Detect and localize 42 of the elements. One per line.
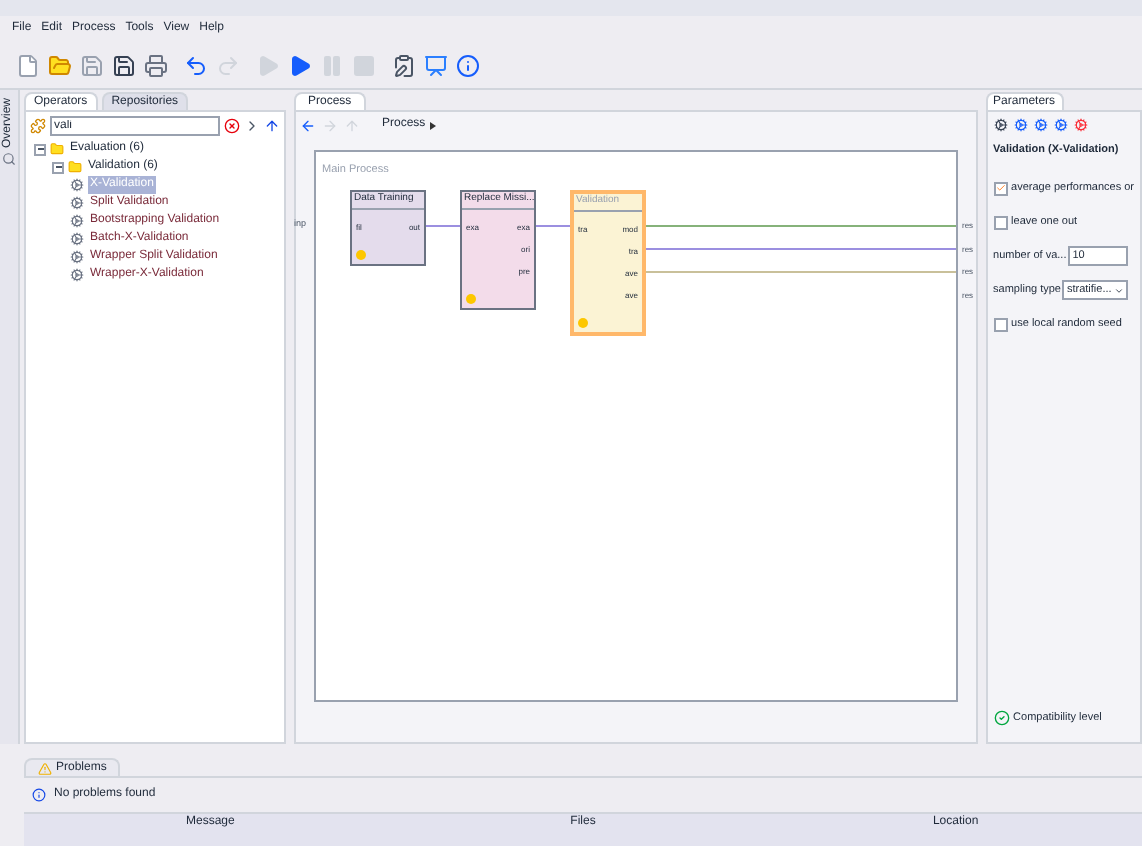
folder-icon[interactable]: [48, 53, 72, 77]
clear-icon[interactable]: [224, 117, 240, 133]
new-file-icon[interactable]: [16, 53, 40, 77]
connection-line: [425, 225, 461, 227]
operator-icon: [70, 196, 84, 210]
run-icon[interactable]: [288, 53, 312, 77]
connection-line: [535, 225, 571, 227]
checkbox[interactable]: [993, 317, 1008, 332]
folder-icon: [68, 160, 82, 174]
status-icon: [356, 250, 366, 260]
operator-icon: [70, 232, 84, 246]
search-icon: [2, 152, 16, 167]
undo-icon[interactable]: [184, 53, 208, 77]
toolbar-icon[interactable]: [1013, 118, 1028, 132]
save-icon[interactable]: [112, 53, 136, 77]
folder-icon: [50, 142, 64, 156]
checkbox[interactable]: [993, 215, 1008, 230]
puzzle-icon[interactable]: [30, 117, 46, 133]
status-icon: [466, 294, 476, 304]
status-icon: [578, 318, 588, 328]
check-circle-icon: [993, 709, 1010, 726]
toolbar-icon[interactable]: [993, 118, 1008, 132]
triangle-icon: [429, 121, 436, 129]
operator-icon: [70, 178, 84, 192]
sort-icon[interactable]: [264, 117, 280, 133]
expander-icon[interactable]: [52, 161, 64, 173]
back-icon[interactable]: [300, 117, 316, 133]
operator-icon: [70, 268, 84, 282]
chevron-icon[interactable]: [244, 117, 260, 133]
expander-icon[interactable]: [34, 143, 46, 155]
info-icon[interactable]: [456, 53, 480, 77]
operator-icon: [70, 250, 84, 264]
printer-icon[interactable]: [144, 53, 168, 77]
toolbar-icon[interactable]: [1053, 118, 1068, 132]
operator-icon: [70, 214, 84, 228]
checkbox[interactable]: [993, 181, 1008, 196]
toolbar-icon[interactable]: [1033, 118, 1048, 132]
clipboard-icon[interactable]: [392, 53, 416, 77]
presentation-icon[interactable]: [424, 53, 448, 77]
info-icon: [32, 788, 46, 802]
chevron-down-icon: [1113, 285, 1124, 296]
warning-icon: [38, 761, 52, 775]
